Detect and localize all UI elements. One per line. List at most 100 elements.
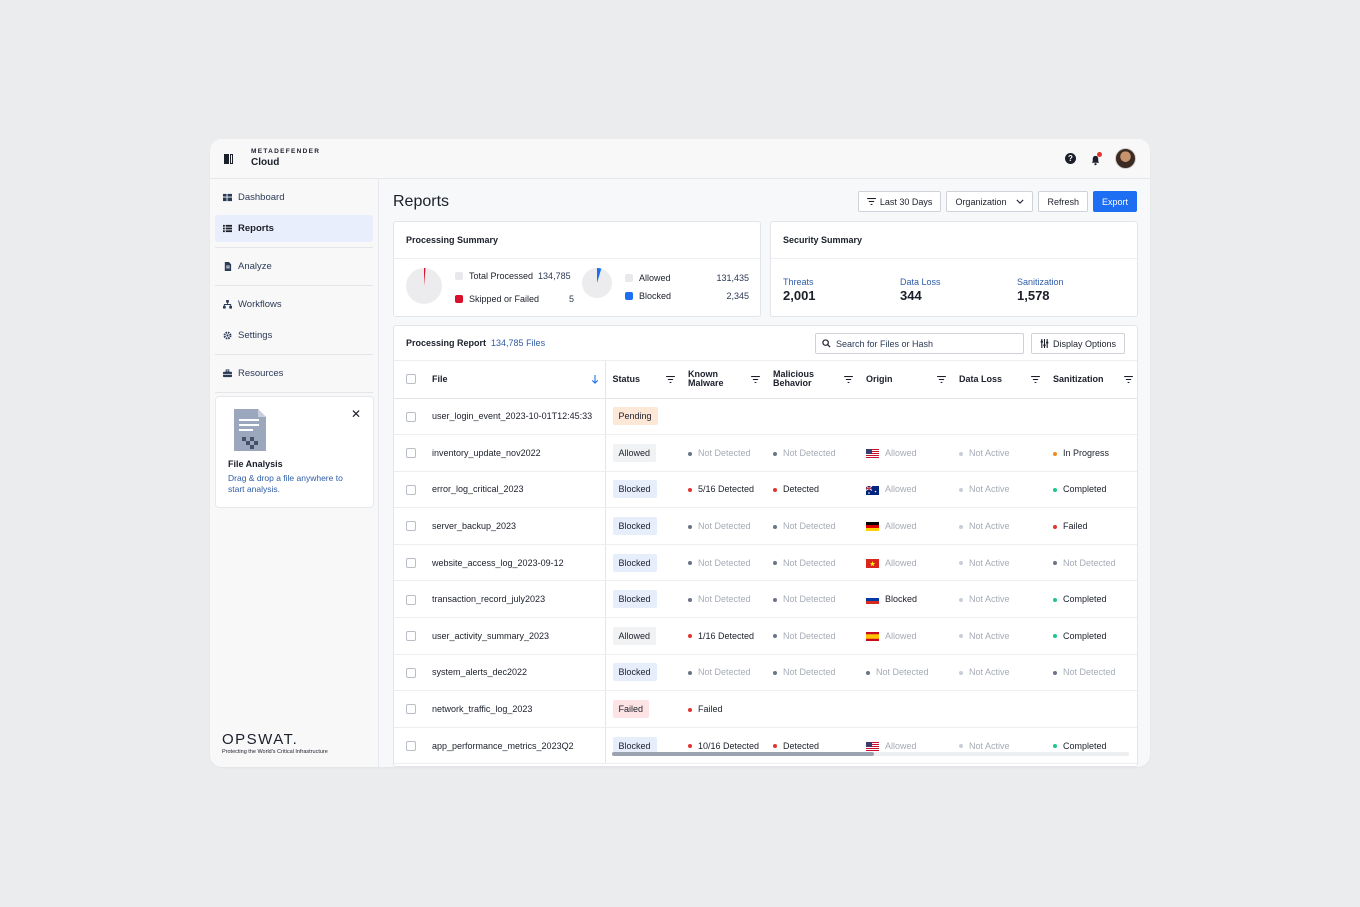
column-header-label: File: [432, 373, 448, 384]
refresh-button[interactable]: Refresh: [1038, 191, 1088, 212]
filter-icon: [867, 198, 876, 205]
sidebar-item-reports[interactable]: Reports: [215, 215, 373, 242]
file-name-cell[interactable]: website_access_log_2023-09-12: [425, 544, 606, 582]
file-name-cell[interactable]: transaction_record_july2023: [425, 580, 606, 619]
table-row[interactable]: transaction_record_july2023 Blocked Not De…: [394, 580, 1137, 619]
metric-threats: Threats 2,001: [783, 277, 816, 303]
status-badge: Pending: [612, 407, 658, 426]
malicious-behavior-value: Not Detected: [783, 667, 836, 678]
row-checkbox[interactable]: [406, 411, 416, 422]
display-options-button[interactable]: Display Options: [1030, 333, 1125, 354]
file-analysis-desc: Drag & drop a file anywhere to start ana…: [228, 473, 343, 494]
file-name-cell[interactable]: error_log_critical_2023: [425, 471, 606, 509]
sidebar-item-analyze[interactable]: Analyze: [215, 253, 373, 280]
sidebar-item-workflows[interactable]: Workflows: [215, 291, 373, 318]
organization-dropdown[interactable]: Organization: [946, 191, 1034, 212]
scrollbar-thumb[interactable]: [612, 752, 874, 756]
column-sanitization[interactable]: Sanitization: [1046, 361, 1137, 399]
known-malware-value: Not Detected: [698, 521, 751, 532]
filter-icon[interactable]: [751, 376, 760, 383]
filter-icon[interactable]: [666, 376, 675, 383]
file-name-cell[interactable]: user_activity_summary_2023: [425, 617, 606, 655]
file-name-cell[interactable]: server_backup_2023: [425, 507, 606, 545]
status-cell: Failed: [605, 690, 681, 728]
bell-icon[interactable]: [1090, 152, 1102, 166]
status-dot: [688, 488, 692, 493]
sidebar-toggle-icon[interactable]: [224, 153, 234, 164]
search-input[interactable]: Search for Files or Hash: [815, 333, 1024, 354]
question-icon[interactable]: ?: [1065, 153, 1076, 164]
nav-divider: [215, 354, 373, 355]
malicious-behavior-cell: [766, 398, 859, 436]
export-button[interactable]: Export: [1092, 191, 1137, 212]
table-row[interactable]: app_performance_metrics_2023Q2 Blocked 10/…: [394, 727, 1137, 765]
column-data-loss[interactable]: Data Loss: [952, 361, 1046, 399]
file-name: system_alerts_dec2022: [432, 667, 528, 678]
table-row[interactable]: error_log_critical_2023 Blocked 5/16 Detec…: [394, 471, 1137, 509]
row-checkbox[interactable]: [406, 631, 416, 642]
file-icon: [223, 262, 232, 271]
status-dot: [773, 451, 777, 456]
column-origin[interactable]: Origin: [859, 361, 952, 399]
row-select-cell: [394, 434, 425, 472]
filter-icon[interactable]: [1031, 376, 1040, 383]
processing-report-card: Processing Report 134,785 Files Search f…: [393, 325, 1138, 767]
user-avatar[interactable]: [1115, 148, 1136, 169]
table-row[interactable]: network_traffic_log_2023 Failed Failed: [394, 690, 1137, 728]
file-name-cell[interactable]: network_traffic_log_2023: [425, 690, 606, 728]
filter-icon[interactable]: [937, 376, 946, 383]
table-row[interactable]: server_backup_2023 Blocked Not Detected Not…: [394, 507, 1137, 545]
row-checkbox[interactable]: [406, 521, 416, 532]
file-name-cell[interactable]: inventory_update_nov2022: [425, 434, 606, 472]
malicious-behavior-value: Not Detected: [783, 521, 836, 532]
select-all-checkbox[interactable]: [406, 374, 416, 385]
table-row[interactable]: system_alerts_dec2022 Blocked Not Detected…: [394, 654, 1137, 692]
file-name-cell[interactable]: app_performance_metrics_2023Q2: [425, 727, 606, 765]
status-cell: Blocked: [605, 507, 681, 545]
table-row[interactable]: inventory_update_nov2022 Allowed Not Detec…: [394, 434, 1137, 472]
horizontal-scrollbar[interactable]: [612, 752, 1129, 756]
table-header-row: File Status Known Malware Malicious Beha…: [394, 361, 1137, 399]
sanitization-cell: Completed: [1046, 471, 1137, 509]
close-icon[interactable]: ✕: [351, 407, 361, 421]
date-range-button[interactable]: Last 30 Days: [857, 191, 942, 212]
sidebar-item-resources[interactable]: Resources: [215, 360, 373, 387]
status-dot: [959, 671, 963, 676]
column-file[interactable]: File: [425, 361, 606, 399]
processing-summary-title: Processing Summary: [394, 222, 760, 259]
status-dot: [1053, 634, 1057, 639]
spain-flag-icon: [866, 631, 879, 641]
status-dot: [959, 744, 963, 749]
row-checkbox[interactable]: [406, 667, 416, 678]
date-range-label: Last 30 Days: [879, 196, 933, 207]
status-dot: [773, 744, 777, 749]
sidebar-item-settings[interactable]: Settings: [215, 322, 373, 349]
filter-icon[interactable]: [844, 376, 853, 383]
column-known-malware[interactable]: Known Malware: [681, 361, 766, 399]
file-name-cell[interactable]: user_login_event_2023-10-01T12:45:33: [425, 398, 606, 436]
table-row[interactable]: website_access_log_2023-09-12 Blocked Not …: [394, 544, 1137, 582]
row-checkbox[interactable]: [406, 740, 416, 751]
column-status[interactable]: Status: [605, 361, 681, 399]
table-row[interactable]: user_login_event_2023-10-01T12:45:33 Pend…: [394, 398, 1137, 436]
sort-down-icon[interactable]: [591, 375, 599, 384]
row-checkbox[interactable]: [406, 557, 416, 568]
table-row[interactable]: user_activity_summary_2023 Allowed 1/16 De…: [394, 617, 1137, 655]
list-icon: [223, 224, 232, 233]
select-all-cell: [394, 361, 425, 399]
status-cell: Blocked: [605, 727, 681, 765]
column-malicious-behavior[interactable]: Malicious Behavior: [766, 361, 859, 399]
sidebar-item-dashboard[interactable]: Dashboard: [215, 184, 373, 211]
row-checkbox[interactable]: [406, 484, 416, 495]
file-analysis-card[interactable]: ✕ File Analysis Drag & drop a file anywh…: [215, 396, 374, 508]
row-checkbox[interactable]: [406, 704, 416, 715]
report-count: 134,785 Files: [491, 338, 546, 348]
filter-icon[interactable]: [1124, 376, 1133, 383]
row-checkbox[interactable]: [406, 448, 416, 459]
known-malware-value: 5/16 Detected: [698, 484, 755, 495]
known-malware-value: Not Detected: [698, 667, 751, 678]
file-name-cell[interactable]: system_alerts_dec2022: [425, 654, 606, 692]
row-checkbox[interactable]: [406, 594, 416, 605]
known-malware-value: Not Detected: [698, 557, 751, 568]
sidebar-item-label: Resources: [238, 368, 284, 379]
